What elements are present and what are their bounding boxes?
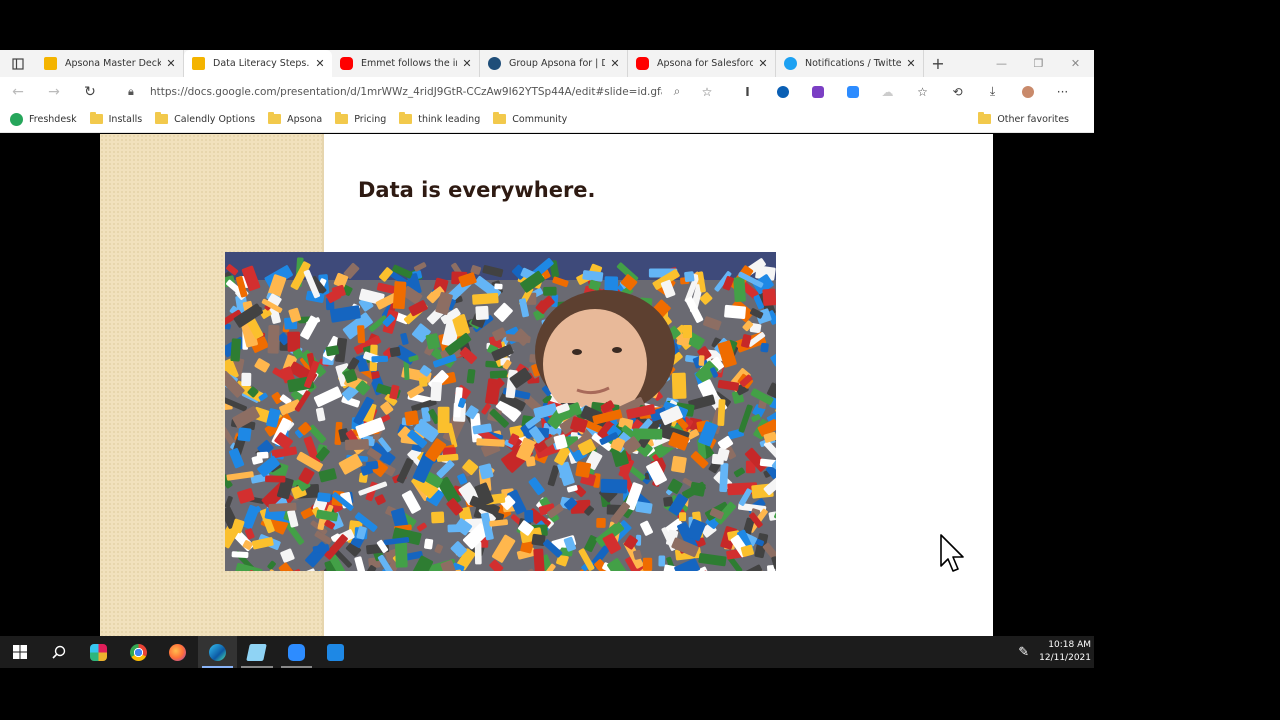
- minimize-icon[interactable]: —: [983, 50, 1020, 77]
- close-icon[interactable]: ✕: [165, 57, 177, 70]
- folder-icon: [978, 112, 992, 124]
- purple-extension-icon[interactable]: [800, 85, 835, 99]
- favorite-star-icon[interactable]: ☆: [692, 85, 722, 99]
- tab-group-apsona[interactable]: Group Apsona for | De ✕: [480, 50, 628, 77]
- running-indicator: [241, 666, 273, 668]
- tab-notifications-twitter[interactable]: Notifications / Twitter ✕: [776, 50, 924, 77]
- tab-data-literacy-steps[interactable]: Data Literacy Steps.pp ✕: [184, 50, 332, 77]
- mouse-pointer-icon: [940, 534, 966, 578]
- tab-apsona-master-deck[interactable]: Apsona Master Deck 2 ✕: [36, 50, 184, 77]
- freshdesk-icon: [10, 112, 23, 126]
- youtube-icon: [340, 57, 353, 70]
- system-tray: ✎ 10:18 AM 12/11/2021: [1018, 636, 1091, 668]
- tab-actions-icon: [12, 57, 24, 70]
- browser-toolbar: ← → ↻ 🔒︎ https://docs.google.com/present…: [0, 77, 1094, 106]
- desktop-screen: Apsona Master Deck 2 ✕ Data Literacy Ste…: [0, 0, 1280, 720]
- restore-icon[interactable]: ❐: [1020, 50, 1057, 77]
- browser-window: Apsona Master Deck 2 ✕ Data Literacy Ste…: [0, 50, 1094, 133]
- bookmark-think-leading[interactable]: think leading: [399, 112, 480, 125]
- edge-icon: [208, 643, 226, 661]
- bookmarks-bar: Freshdesk Installs Calendly Options Apso…: [0, 106, 1094, 133]
- search-button[interactable]: [40, 636, 80, 668]
- url-text[interactable]: https://docs.google.com/presentation/d/1…: [150, 86, 662, 98]
- zoom-app-icon: [287, 643, 305, 661]
- search-icon: [52, 645, 66, 659]
- firefox-icon: [169, 643, 187, 661]
- window-controls: — ❐ ✕: [983, 50, 1094, 77]
- zoom-icon[interactable]: ⌕: [662, 84, 692, 99]
- google-slides-icon: [192, 57, 205, 70]
- close-window-icon[interactable]: ✕: [1057, 50, 1094, 77]
- bookmark-freshdesk[interactable]: Freshdesk: [10, 112, 77, 126]
- taskbar-zoom[interactable]: [277, 636, 317, 668]
- slide-title: Data is everywhere.: [358, 178, 596, 202]
- taskbar-firefox[interactable]: [158, 636, 198, 668]
- history-icon[interactable]: ⟲: [940, 85, 975, 99]
- zoom-extension-icon[interactable]: [835, 85, 870, 99]
- tab-bar: Apsona Master Deck 2 ✕ Data Literacy Ste…: [0, 50, 1094, 77]
- text-cursor-extension-icon[interactable]: I: [730, 85, 765, 99]
- downloads-icon[interactable]: ⤓: [975, 84, 1010, 99]
- notes-app-icon: [246, 643, 268, 661]
- youtube-icon: [636, 57, 649, 70]
- snagit-icon: [327, 643, 345, 661]
- bookmark-apsona[interactable]: Apsona: [268, 112, 322, 125]
- bookmark-pricing[interactable]: Pricing: [335, 112, 386, 125]
- clock-time: 10:18 AM: [1048, 640, 1091, 650]
- start-button[interactable]: [0, 636, 40, 668]
- new-tab-button[interactable]: +: [924, 50, 952, 77]
- windows-logo-icon: [12, 645, 27, 659]
- extensions-row: I ☁ ☆ ⟲ ⤓ ···: [730, 77, 1080, 106]
- taskbar-snagit[interactable]: [316, 636, 356, 668]
- presentation-slide: Data is everywhere.: [100, 134, 993, 636]
- refresh-button[interactable]: ↻: [72, 84, 108, 100]
- tab-emmet-follows[interactable]: Emmet follows the ins ✕: [332, 50, 480, 77]
- address-bar[interactable]: 🔒︎ https://docs.google.com/presentation/…: [118, 79, 722, 104]
- taskbar-clock[interactable]: 10:18 AM 12/11/2021: [1039, 639, 1091, 665]
- lock-icon: 🔒︎: [128, 84, 134, 98]
- folder-icon: [155, 112, 169, 124]
- back-button[interactable]: ←: [0, 84, 36, 100]
- taskbar-slack[interactable]: [79, 636, 119, 668]
- bookmark-community[interactable]: Community: [493, 112, 567, 125]
- windows-taskbar: ✎ 10:18 AM 12/11/2021: [0, 636, 1094, 668]
- close-icon[interactable]: ✕: [461, 57, 473, 70]
- salesforce-icon: [488, 57, 501, 70]
- chrome-icon: [129, 643, 147, 661]
- tab-apsona-for-salesforce[interactable]: Apsona for Salesforce ✕: [628, 50, 776, 77]
- pen-icon[interactable]: ✎: [1018, 645, 1029, 660]
- disabled-extension-icon[interactable]: ☁: [870, 85, 905, 99]
- lego-pit-photo: [225, 252, 776, 571]
- password-manager-extension-icon[interactable]: [765, 85, 800, 99]
- folder-icon: [399, 112, 413, 124]
- google-slides-icon: [44, 57, 57, 70]
- running-indicator: [280, 666, 312, 668]
- tab-actions-button[interactable]: [0, 50, 36, 77]
- bookmark-calendly-options[interactable]: Calendly Options: [155, 112, 255, 125]
- folder-icon: [335, 112, 349, 124]
- folder-icon: [493, 112, 507, 124]
- more-options-icon[interactable]: ···: [1045, 85, 1080, 99]
- forward-button[interactable]: →: [36, 84, 72, 100]
- taskbar-chrome[interactable]: [119, 636, 159, 668]
- close-icon[interactable]: ✕: [314, 57, 326, 70]
- clock-date: 12/11/2021: [1039, 653, 1091, 663]
- folder-icon: [89, 112, 103, 124]
- folder-icon: [268, 112, 282, 124]
- taskbar-edge[interactable]: [197, 636, 237, 668]
- bookmark-other-favorites[interactable]: Other favorites: [978, 112, 1069, 125]
- lego-bricks-image: [225, 252, 776, 571]
- bookmark-installs[interactable]: Installs: [89, 112, 142, 125]
- close-icon[interactable]: ✕: [609, 57, 621, 70]
- slack-icon: [90, 643, 108, 661]
- close-icon[interactable]: ✕: [757, 57, 769, 70]
- taskbar-notes[interactable]: [237, 636, 277, 668]
- twitter-icon: [784, 57, 797, 70]
- active-indicator: [201, 666, 233, 668]
- favorites-icon[interactable]: ☆: [905, 85, 940, 99]
- profile-avatar[interactable]: [1010, 85, 1045, 99]
- close-icon[interactable]: ✕: [905, 57, 917, 70]
